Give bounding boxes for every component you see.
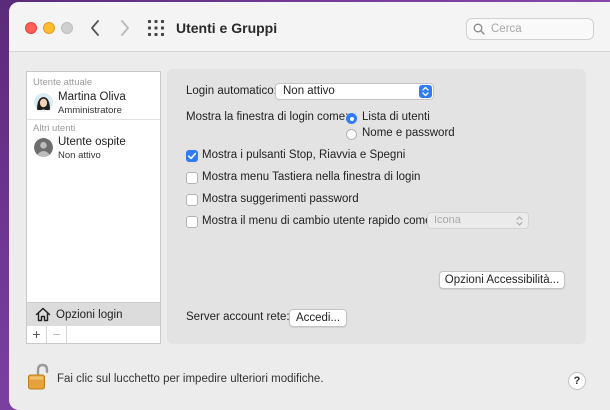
- fast-user-switching-label: Mostra il menu di cambio utente rapido c…: [202, 215, 432, 227]
- list-of-users-radio[interactable]: [346, 113, 357, 124]
- show-sleep-restart-shutdown-label: Mostra i pulsanti Stop, Riavvia e Spegni: [202, 149, 406, 161]
- auto-login-label: Login automatico:: [186, 85, 277, 97]
- login-options-label: Opzioni login: [56, 309, 123, 321]
- minimize-window-button[interactable]: [43, 22, 55, 34]
- show-sleep-restart-shutdown-checkbox[interactable]: [186, 150, 198, 162]
- add-remove-bar: + −: [26, 326, 161, 344]
- title-bar: Utenti e Gruppi: [9, 2, 610, 52]
- close-window-button[interactable]: [25, 22, 37, 34]
- show-password-hints-label: Mostra suggerimenti password: [202, 193, 359, 205]
- house-icon: [35, 307, 51, 322]
- chevron-right-icon: [121, 20, 129, 36]
- user-row-current[interactable]: Martina Oliva Amministratore: [27, 88, 160, 120]
- checkmark-icon: [188, 152, 197, 160]
- user-role: Amministratore: [58, 105, 122, 116]
- login-options-panel: Login automatico: Non attivo Mostra la f…: [167, 69, 586, 344]
- fast-user-switching-checkbox[interactable]: [186, 216, 198, 228]
- chevron-left-icon: [91, 20, 99, 36]
- avatar: [34, 93, 53, 112]
- zoom-window-button: [61, 22, 73, 34]
- popup-arrows-icon: [419, 85, 432, 98]
- user-status: Non attivo: [58, 150, 101, 161]
- lock-button[interactable]: [27, 363, 49, 394]
- divider: [27, 119, 160, 120]
- search-input[interactable]: [491, 23, 586, 35]
- user-name: Utente ospite: [58, 136, 126, 148]
- search-field[interactable]: [466, 18, 594, 40]
- login-options-item[interactable]: Opzioni login: [27, 302, 160, 327]
- fast-switch-style-value: Icona: [434, 214, 461, 226]
- remove-user-button[interactable]: −: [47, 326, 67, 343]
- guest-user-icon: [34, 138, 53, 157]
- network-account-server-label: Server account rete:: [186, 311, 290, 323]
- name-and-password-radio[interactable]: [346, 129, 357, 140]
- system-preferences-window: Utenti e Gruppi Utente attuale Martina O…: [9, 2, 610, 410]
- name-and-password-label: Nome e password: [362, 127, 455, 139]
- show-all-button[interactable]: [147, 19, 165, 37]
- help-button[interactable]: ?: [568, 372, 586, 390]
- current-user-section-label: Utente attuale: [33, 77, 93, 88]
- user-name: Martina Oliva: [58, 91, 126, 103]
- auto-login-value: Non attivo: [283, 85, 335, 97]
- back-button[interactable]: [85, 17, 105, 39]
- search-icon: [473, 23, 485, 35]
- lock-message: Fai clic sul lucchetto per impedire ulte…: [57, 373, 324, 385]
- show-input-menu-label: Mostra menu Tastiera nella finestra di l…: [202, 171, 421, 183]
- user-row-guest[interactable]: Utente ospite Non attivo: [27, 133, 160, 165]
- accessibility-options-button[interactable]: Opzioni Accessibilità...: [439, 271, 565, 289]
- add-user-button[interactable]: +: [27, 326, 47, 343]
- users-list: Utente attuale Martina Oliva Amministrat…: [26, 71, 161, 327]
- updown-arrows-icon: [516, 216, 523, 226]
- join-network-server-button[interactable]: Accedi...: [289, 309, 347, 327]
- unlocked-padlock-icon: [28, 363, 49, 390]
- fast-switch-style-popup[interactable]: Icona: [427, 212, 529, 229]
- list-of-users-label: Lista di utenti: [362, 111, 430, 123]
- window-title: Utenti e Gruppi: [176, 20, 278, 36]
- forward-button[interactable]: [115, 17, 135, 39]
- show-password-hints-checkbox[interactable]: [186, 194, 198, 206]
- avatar: [34, 138, 53, 157]
- user-avatar-icon: [34, 93, 53, 112]
- grid-icon: [148, 20, 164, 36]
- show-login-window-label: Mostra la finestra di login come:: [186, 111, 349, 123]
- auto-login-popup[interactable]: Non attivo: [275, 83, 434, 100]
- show-input-menu-checkbox[interactable]: [186, 172, 198, 184]
